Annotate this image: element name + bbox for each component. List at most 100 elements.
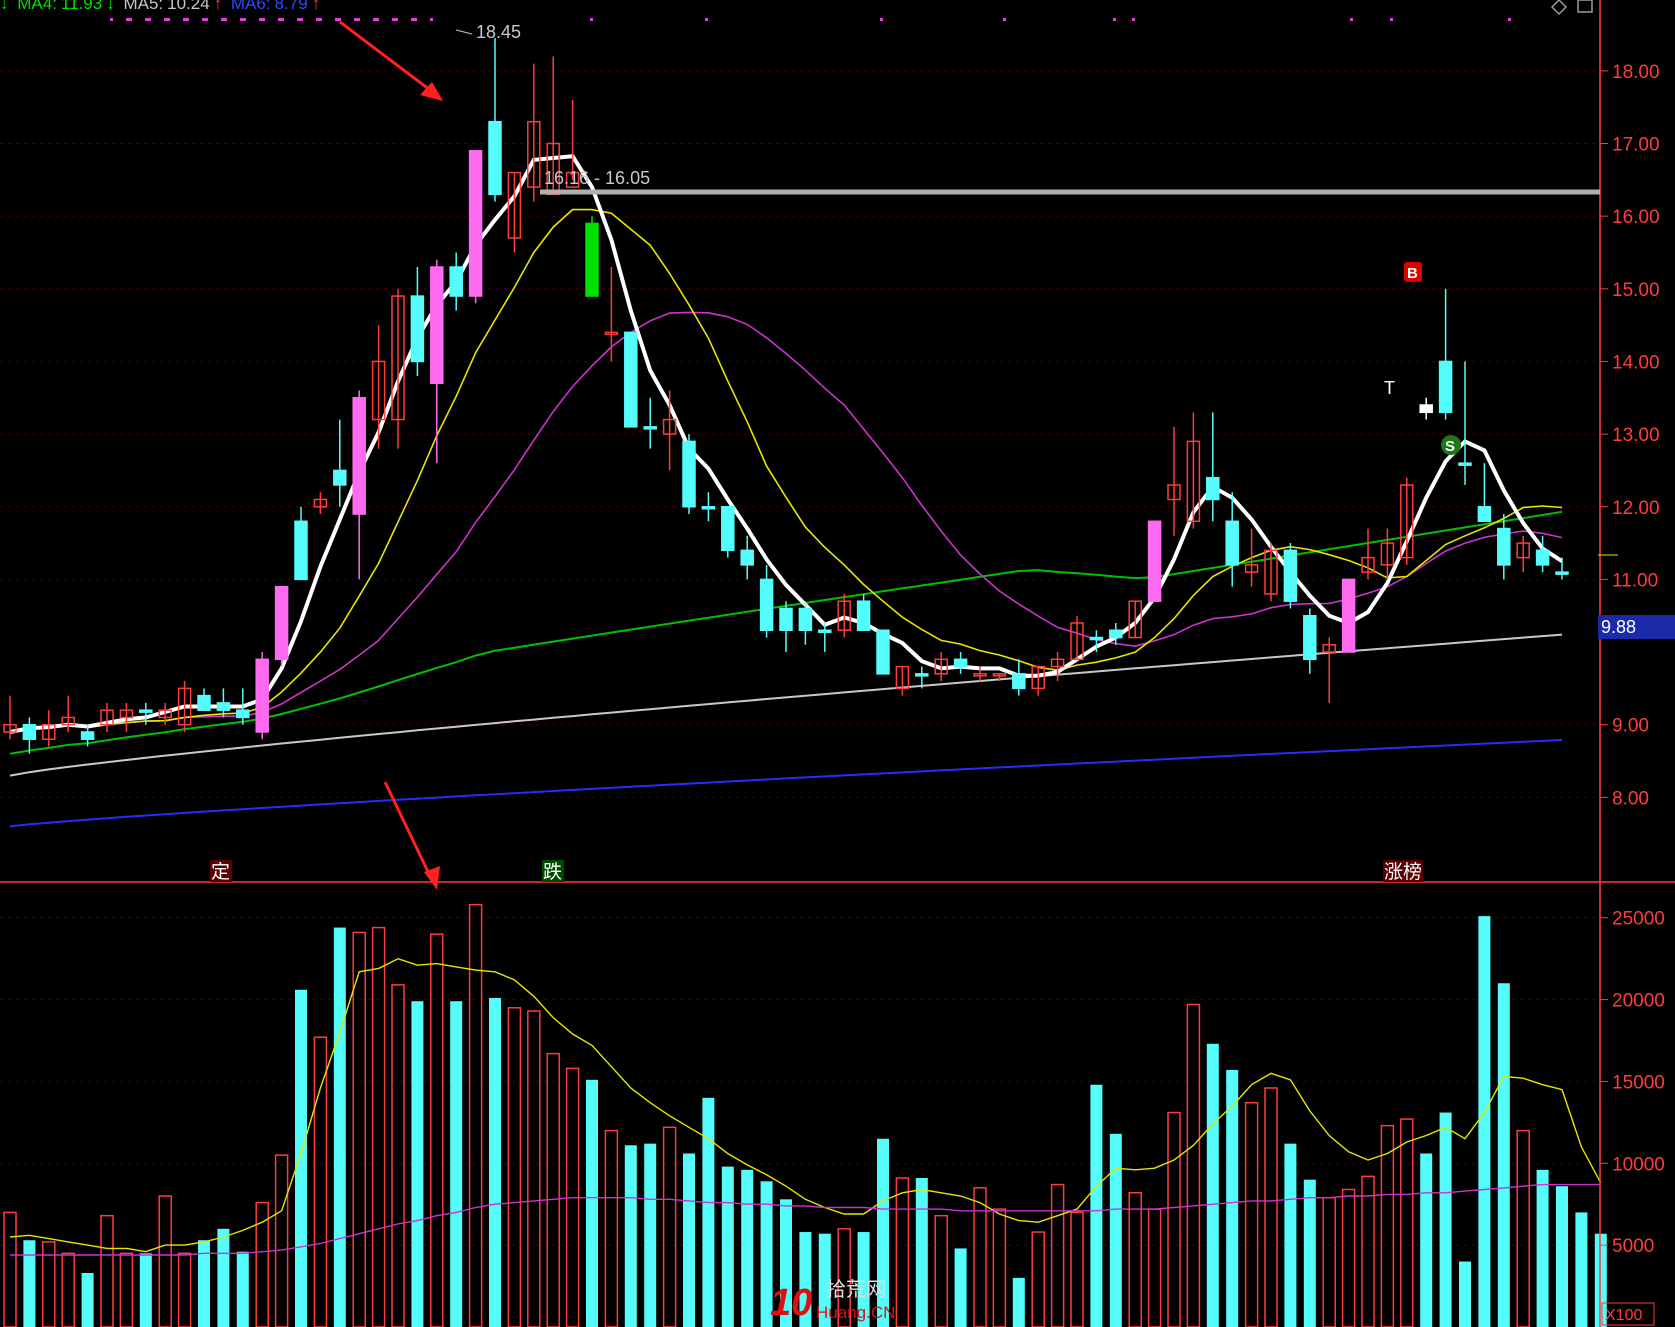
candle	[818, 622, 832, 653]
volume-bar	[721, 1166, 734, 1327]
signal-dot	[300, 18, 303, 21]
volume-bar	[1167, 1111, 1181, 1327]
candle-body	[449, 266, 463, 297]
diamond-icon[interactable]	[1550, 0, 1568, 16]
candle	[1458, 361, 1472, 485]
watermark-cn: 拾荒网	[826, 1278, 886, 1301]
volume-bar	[1128, 1192, 1142, 1327]
moving-average-lines	[9, 154, 1564, 828]
volume-bar	[3, 1211, 17, 1327]
volume-tick-label: 15000	[1612, 1072, 1665, 1093]
volume-bar	[1459, 1261, 1471, 1327]
candle	[1206, 412, 1220, 522]
candle-body	[759, 578, 774, 632]
candle-body	[818, 629, 832, 634]
volume-bar	[973, 1187, 987, 1327]
candle	[585, 216, 599, 297]
candle	[1012, 659, 1026, 696]
chart-canvas[interactable]: 18.00 17.00 16.00 15.00 14.00 13.00 12.00 11.00…	[0, 0, 1675, 1327]
candle	[527, 63, 541, 202]
peak-price-label: 18.45	[476, 22, 521, 42]
signal-dot	[1113, 18, 1116, 21]
candle-body	[1341, 578, 1356, 653]
candle	[313, 492, 328, 515]
signal-t-label: T	[1384, 378, 1395, 398]
price-axis: 18.00 17.00 16.00 15.00 14.00 13.00 12.00 11.00…	[0, 0, 1675, 1327]
volume-tick-label: 25000	[1612, 909, 1665, 930]
volume-bar	[139, 1253, 152, 1327]
volume-bar	[1341, 1188, 1356, 1327]
signal-dot	[335, 18, 338, 21]
volume-bar	[430, 933, 444, 1327]
volume-tick-label: 5000	[1612, 1236, 1654, 1257]
volume-bar	[1516, 1129, 1530, 1327]
volume-bar	[1147, 1208, 1162, 1327]
volume-bar	[158, 1195, 172, 1327]
volume-bar	[1400, 1118, 1414, 1327]
volume-bar	[1090, 1084, 1103, 1327]
volume-bar	[217, 1228, 230, 1327]
candle-body	[953, 658, 968, 668]
volume-bar	[236, 1251, 249, 1327]
event-marker-2: 跌	[542, 860, 564, 883]
candle	[837, 593, 851, 638]
volume-bars	[3, 903, 1607, 1327]
svg-text:定: 定	[211, 861, 230, 883]
candle-body	[236, 709, 250, 719]
watermark-en: Huang.CN	[816, 1303, 895, 1322]
candle	[701, 492, 716, 522]
volume-bar	[662, 1126, 677, 1327]
candle	[255, 652, 269, 740]
candle	[662, 390, 677, 471]
svg-text:涨榜: 涨榜	[1384, 861, 1422, 883]
resistance-label: 16.16 - 16.05	[544, 168, 650, 188]
candle	[740, 535, 754, 580]
volume-bar	[1226, 1069, 1239, 1327]
volume-bar	[702, 1097, 715, 1327]
candle	[488, 38, 502, 202]
candle-body	[488, 120, 502, 196]
candle-body	[255, 658, 269, 733]
volume-bar	[741, 1169, 754, 1327]
candle	[779, 601, 793, 653]
candle	[721, 506, 735, 558]
signal-dot	[262, 18, 265, 21]
stock-chart: ↓ MA4: 11.93 ↓ MA5: 10.24 ↑ MA6: 8.79 ↑ 18.00 1…	[0, 0, 1675, 1327]
candle-body	[624, 331, 638, 428]
volume-bar	[1380, 1124, 1395, 1327]
grid-lines	[0, 70, 1600, 1246]
candlesticks	[3, 38, 1569, 754]
volume-bar	[177, 1252, 192, 1327]
candle	[1322, 637, 1336, 703]
signal-dot	[1132, 18, 1135, 21]
candle-body	[682, 440, 696, 508]
ma6-label: MA6:	[230, 0, 271, 13]
candle	[895, 665, 910, 696]
signal-dot	[240, 18, 243, 21]
volume-bar	[1284, 1143, 1297, 1327]
volume-bar	[450, 1001, 463, 1327]
signal-dot	[414, 18, 417, 21]
candle-body	[701, 506, 716, 510]
candle	[294, 506, 308, 581]
candle-body	[779, 607, 793, 632]
volume-bar	[255, 1201, 269, 1327]
watermark-logo: 10 拾荒网 Huang.CN	[770, 1278, 895, 1324]
signal-dot	[224, 18, 227, 21]
candle	[119, 702, 134, 732]
candle	[953, 652, 968, 674]
signal-dot	[590, 18, 593, 21]
candle-body	[1303, 614, 1317, 661]
watermark-number: 10	[770, 1282, 812, 1324]
candle-body	[1109, 629, 1123, 639]
signal-dot	[376, 18, 379, 21]
price-tick-label: 12.00	[1612, 498, 1660, 519]
signal-dot	[145, 18, 148, 21]
candle	[1438, 288, 1453, 420]
window-icon[interactable]	[1577, 0, 1593, 13]
volume-bar	[468, 903, 483, 1327]
volume-unit-label: X100	[1605, 1307, 1642, 1324]
signal-dot	[1508, 18, 1511, 21]
volume-tick-label: 20000	[1612, 991, 1665, 1012]
price-tick-label: 11.00	[1612, 570, 1658, 591]
